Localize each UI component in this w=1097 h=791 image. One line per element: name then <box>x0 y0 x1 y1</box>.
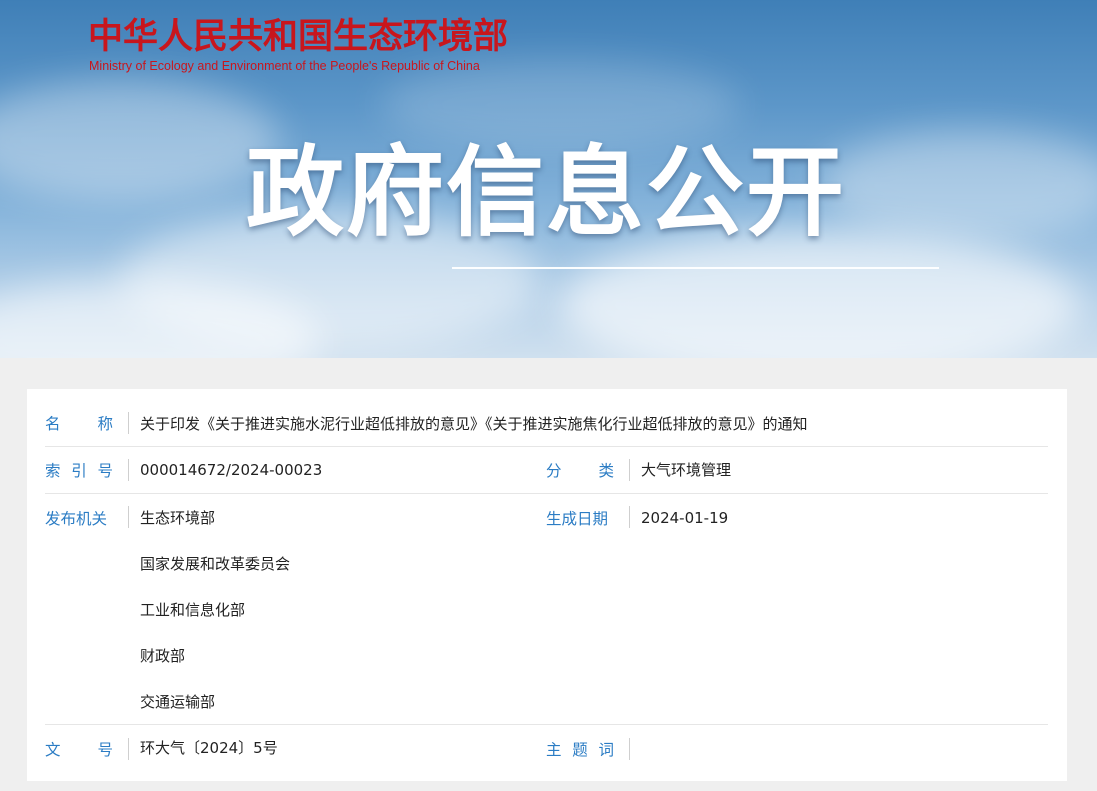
subject-label: 主 题 词 <box>546 741 614 759</box>
issuer-item: 国家发展和改革委员会 <box>140 555 291 573</box>
label-separator <box>629 506 630 528</box>
info-row-index: 索 引 号 000014672/2024-00023 分 类 大气环境管理 <box>45 447 1048 494</box>
ministry-logo-text[interactable]: 中华人民共和国生态环境部 <box>88 16 508 58</box>
hero-divider <box>452 267 939 269</box>
cloud-decoration <box>820 130 1097 240</box>
info-row-issuer: 发布机关 生态环境部 国家发展和改革委员会 工业和信息化部 财政部 交通运输部 … <box>45 494 1048 725</box>
issuer-label: 发布机关 <box>45 510 108 528</box>
page-hero-title: 政府信息公开 <box>246 136 847 250</box>
info-row-docno: 文 号 环大气〔2024〕5号 主 题 词 <box>45 725 1048 772</box>
issuer-item: 生态环境部 <box>140 509 216 527</box>
header-banner: 中华人民共和国生态环境部 Ministry of Ecology and Env… <box>0 0 1097 358</box>
label-separator <box>128 412 129 434</box>
document-info-panel: 名 称 关于印发《关于推进实施水泥行业超低排放的意见》《关于推进实施焦化行业超低… <box>27 389 1067 781</box>
index-number-value: 000014672/2024-00023 <box>140 461 323 479</box>
issuer-item: 工业和信息化部 <box>140 601 246 619</box>
label-separator <box>128 506 129 528</box>
info-row-name: 名 称 关于印发《关于推进实施水泥行业超低排放的意见》《关于推进实施焦化行业超低… <box>45 401 1048 447</box>
category-value: 大气环境管理 <box>641 461 732 479</box>
category-label: 分 类 <box>546 462 614 480</box>
issuer-list: 生态环境部 国家发展和改革委员会 工业和信息化部 财政部 交通运输部 <box>140 508 290 738</box>
cloud-decoration <box>0 80 280 200</box>
ministry-english-name: Ministry of Ecology and Environment of t… <box>89 59 480 73</box>
label-separator <box>629 738 630 760</box>
date-value: 2024-01-19 <box>641 509 729 527</box>
name-label: 名 称 <box>45 415 113 433</box>
label-separator <box>629 459 630 481</box>
label-separator <box>128 459 129 481</box>
issuer-item: 财政部 <box>140 647 186 665</box>
docno-label: 文 号 <box>45 741 113 759</box>
date-label: 生成日期 <box>546 510 609 528</box>
index-label: 索 引 号 <box>45 462 113 480</box>
label-separator <box>128 738 129 760</box>
document-title-value: 关于印发《关于推进实施水泥行业超低排放的意见》《关于推进实施焦化行业超低排放的意… <box>140 415 808 433</box>
docno-value: 环大气〔2024〕5号 <box>140 739 278 757</box>
